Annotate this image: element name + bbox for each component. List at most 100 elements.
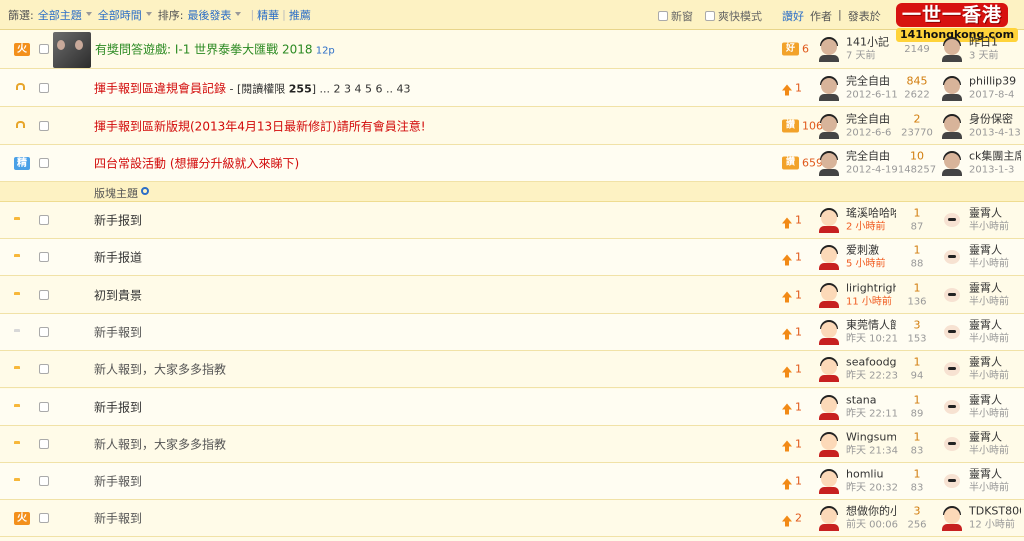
thread-title[interactable]: 新手報到 <box>94 473 142 490</box>
avatar[interactable] <box>939 75 965 101</box>
thread-checkbox[interactable] <box>39 326 49 337</box>
search-icon[interactable] <box>141 187 149 195</box>
last-post-author[interactable]: 身份保密 <box>969 112 1021 125</box>
thread-title-text[interactable]: 揮手報到區新版規(2013年4月13日最新修訂)請所有會員注意! <box>94 119 426 133</box>
last-post-date[interactable]: 半小時前 <box>969 333 1009 344</box>
last-post-date[interactable]: 2017-8-4 <box>969 89 1014 100</box>
thread-checkbox[interactable] <box>39 158 49 168</box>
thread-title[interactable]: 新人報到，大家多多指教 <box>94 361 226 378</box>
thread-title-text[interactable]: 有獎問答遊戲: I-1 世界泰拳大匯戰 2018 <box>95 43 313 57</box>
checkbox[interactable] <box>705 11 715 21</box>
like-header[interactable]: 讚好 <box>782 8 804 24</box>
thread-title[interactable]: 新人報到，大家多多指教 <box>94 435 226 452</box>
author-name[interactable]: 想做你的小 <box>846 505 896 518</box>
thread-checkbox[interactable] <box>39 289 49 300</box>
author-name[interactable]: 141小記 <box>846 36 896 49</box>
author-name[interactable]: 爱刺激 <box>846 244 896 257</box>
thread-title[interactable]: 揮手報到區新版規(2013年4月13日最新修訂)請所有會員注意! <box>94 117 426 134</box>
last-post-date[interactable]: 3 天前 <box>969 51 999 62</box>
avatar[interactable] <box>816 75 842 101</box>
avatar[interactable] <box>816 505 842 532</box>
avatar[interactable] <box>816 356 842 383</box>
author-name[interactable]: 東莞情人節 <box>846 318 896 331</box>
avatar[interactable] <box>939 356 965 382</box>
thread-row[interactable]: 新手报道 1 爱刺激 5 小時前 1 88 靈霄人 半小時前 <box>0 239 1024 277</box>
last-post-date[interactable]: 半小時前 <box>969 445 1009 456</box>
last-post-author[interactable]: 靈霄人 <box>969 468 1021 481</box>
last-post-author[interactable]: 靈霄人 <box>969 281 1021 294</box>
avatar[interactable] <box>816 282 842 308</box>
last-post-author[interactable]: ck集團主席 <box>969 150 1021 163</box>
avatar[interactable] <box>939 207 965 233</box>
new-posts-count[interactable]: 12p <box>313 46 335 57</box>
last-post-date[interactable]: 12 小時前 <box>969 520 1015 531</box>
thread-checkbox[interactable] <box>39 513 49 524</box>
avatar[interactable] <box>939 150 965 176</box>
last-post-author[interactable]: 靈霄人 <box>969 393 1021 406</box>
thread-row[interactable]: 新手報到 1 homliu 昨天 20:32 1 83 靈霄人 半小時前 <box>0 463 1024 501</box>
author-name[interactable]: homliu <box>846 468 896 481</box>
author-name[interactable]: lirightright <box>846 281 896 294</box>
avatar[interactable] <box>816 468 842 495</box>
thread-title-text[interactable]: 揮手報到區違規會員記錄 <box>94 81 226 95</box>
thread-row[interactable]: 新人報到，大家多多指教1Wingsumar昨天 21:34183靈霄人半小時前 <box>0 426 1024 463</box>
new-window-toggle[interactable]: 新窗 <box>658 8 693 24</box>
thread-checkbox[interactable] <box>39 476 49 487</box>
pinned-thread-row[interactable]: 揮手報到區新版規(2013年4月13日最新修訂)請所有會員注意! 讚 106 完全自由… <box>0 107 1024 145</box>
last-post-author[interactable]: 靈霄人 <box>969 356 1021 369</box>
last-post-date[interactable]: 半小時前 <box>969 222 1009 233</box>
thread-row[interactable]: 新手报到 1 瑤溪哈哈哈 2 小時前 1 87 靈霄人 半小時前 <box>0 202 1024 239</box>
avatar[interactable] <box>816 113 842 139</box>
thread-row[interactable]: 新手报到 1 stana 昨天 22:11 1 89 靈霄人 半小時前 <box>0 388 1024 426</box>
avatar[interactable] <box>939 431 965 457</box>
sort-select[interactable]: 最後發表 <box>187 7 231 23</box>
thread-row[interactable]: 火新手報到 2 想做你的小 前天 00:06 3 256 TDKST800 12 小時前 <box>0 500 1024 538</box>
thread-checkbox[interactable] <box>39 401 49 412</box>
author-name[interactable]: 完全自由 <box>846 74 896 87</box>
quick-mode-toggle[interactable]: 爽快模式 <box>705 8 762 24</box>
thread-title[interactable]: 新手报道 <box>94 249 142 266</box>
thread-title[interactable]: 新手報到 <box>94 323 142 340</box>
avatar[interactable] <box>816 207 842 233</box>
last-post-date[interactable]: 半小時前 <box>969 259 1009 270</box>
checkbox[interactable] <box>658 11 668 21</box>
avatar[interactable] <box>816 319 842 345</box>
thread-title[interactable]: 揮手報到區違規會員記錄 - [閱讀權限 255] ... 2 3 4 5 6 .… <box>94 79 411 96</box>
thread-title[interactable]: 初到貴景 <box>94 286 142 303</box>
filter-all-time[interactable]: 全部時間 <box>98 7 142 23</box>
last-post-date[interactable]: 半小時前 <box>969 296 1009 307</box>
avatar[interactable] <box>939 244 965 270</box>
thread-checkbox[interactable] <box>39 44 49 54</box>
last-post-date[interactable]: 半小時前 <box>969 371 1009 382</box>
thread-checkbox[interactable] <box>39 215 49 225</box>
author-name[interactable]: Wingsumar <box>846 430 896 443</box>
thread-title[interactable]: 新手报到 <box>94 398 142 415</box>
thread-row[interactable]: 初到貴景1lirightright11 小時前1136靈霄人半小時前 <box>0 277 1024 314</box>
thread-row[interactable]: 新人報到，大家多多指教1seafoodgo昨天 22:23194靈霄人半小時前 <box>0 351 1024 389</box>
avatar[interactable] <box>939 36 965 62</box>
last-post-author[interactable]: 靈霄人 <box>969 207 1021 220</box>
author-name[interactable]: stana <box>846 393 896 406</box>
author-name[interactable]: 完全自由 <box>846 112 896 125</box>
avatar[interactable] <box>816 394 842 420</box>
posted-at-header[interactable]: 發表於 <box>848 8 881 24</box>
last-post-date[interactable]: 2013-4-13 <box>969 127 1021 138</box>
last-post-author[interactable]: 靈霄人 <box>969 244 1021 257</box>
pinned-thread-row[interactable]: 精四台常設活動 (想攞分升級就入來睇下) 讚 659 完全自由 2012-4-19 10 1… <box>0 145 1024 182</box>
avatar[interactable] <box>939 113 965 139</box>
avatar[interactable] <box>939 394 965 420</box>
thread-checkbox[interactable] <box>39 438 49 449</box>
thread-title[interactable]: 有獎問答遊戲: I-1 世界泰拳大匯戰 2018 12p <box>95 41 335 58</box>
thread-thumbnail[interactable] <box>53 32 91 68</box>
page-links[interactable]: ... 2 3 4 5 6 .. 43 <box>316 82 411 95</box>
avatar[interactable] <box>816 431 842 457</box>
pinned-thread-row[interactable]: 揮手報到區違規會員記錄 - [閱讀權限 255] ... 2 3 4 5 6 .… <box>0 69 1024 107</box>
last-post-author[interactable]: 靈霄人 <box>969 318 1021 331</box>
filter-recommend-link[interactable]: 推薦 <box>289 7 311 23</box>
author-name[interactable]: 瑤溪哈哈哈 <box>846 207 896 220</box>
thread-title[interactable]: 新手報到 <box>94 510 142 527</box>
thread-checkbox[interactable] <box>39 120 49 131</box>
thread-title[interactable]: 新手报到 <box>94 212 142 229</box>
last-post-author[interactable]: 靈霄人 <box>969 430 1021 443</box>
author-name[interactable]: seafoodgo <box>846 356 896 369</box>
